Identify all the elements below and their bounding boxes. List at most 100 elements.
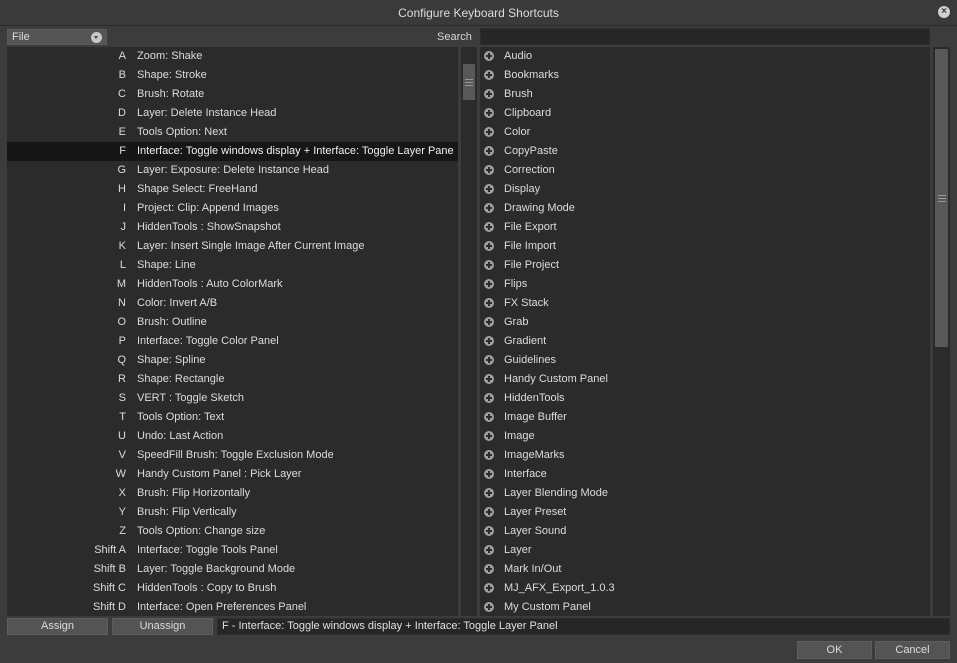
expand-plus-icon[interactable] xyxy=(484,317,494,327)
shortcut-row[interactable]: T Tools Option: Text xyxy=(7,408,458,427)
unassign-button[interactable]: Unassign xyxy=(112,618,213,635)
shortcut-row[interactable]: S VERT : Toggle Sketch xyxy=(7,389,458,408)
command-group-item[interactable]: Flips xyxy=(480,275,930,294)
shortcut-row[interactable]: Z Tools Option: Change size xyxy=(7,522,458,541)
shortcut-row[interactable]: Q Shape: Spline xyxy=(7,351,458,370)
expand-plus-icon[interactable] xyxy=(484,146,494,156)
scrollbar-thumb[interactable] xyxy=(935,49,948,347)
current-shortcut-field[interactable]: F - Interface: Toggle windows display + … xyxy=(217,618,950,635)
expand-plus-icon[interactable] xyxy=(484,450,494,460)
command-group-item[interactable]: MJ_AFX_Export_1.0.3 xyxy=(480,579,930,598)
expand-plus-icon[interactable] xyxy=(484,355,494,365)
expand-plus-icon[interactable] xyxy=(484,564,494,574)
shortcut-row[interactable]: C Brush: Rotate xyxy=(7,85,458,104)
shortcut-row[interactable]: N Color: Invert A/B xyxy=(7,294,458,313)
command-group-item[interactable]: Color xyxy=(480,123,930,142)
command-group-item[interactable]: Drawing Mode xyxy=(480,199,930,218)
shortcut-row[interactable]: Shift A Interface: Toggle Tools Panel xyxy=(7,541,458,560)
shortcut-row[interactable]: M HiddenTools : Auto ColorMark xyxy=(7,275,458,294)
command-group-item[interactable]: Layer Sound xyxy=(480,522,930,541)
shortcut-row[interactable]: I Project: Clip: Append Images xyxy=(7,199,458,218)
expand-plus-icon[interactable] xyxy=(484,241,494,251)
expand-plus-icon[interactable] xyxy=(484,89,494,99)
command-group-item[interactable]: File Import xyxy=(480,237,930,256)
shortcut-row[interactable]: B Shape: Stroke xyxy=(7,66,458,85)
shortcut-row[interactable]: Shift C HiddenTools : Copy to Brush xyxy=(7,579,458,598)
shortcut-row[interactable]: Y Brush: Flip Vertically xyxy=(7,503,458,522)
command-group-item[interactable]: Bookmarks xyxy=(480,66,930,85)
close-icon[interactable]: × xyxy=(938,6,950,18)
expand-plus-icon[interactable] xyxy=(484,127,494,137)
command-group-item[interactable]: FX Stack xyxy=(480,294,930,313)
expand-plus-icon[interactable] xyxy=(484,70,494,80)
command-group-item[interactable]: Brush xyxy=(480,85,930,104)
shortcut-row[interactable]: X Brush: Flip Horizontally xyxy=(7,484,458,503)
expand-plus-icon[interactable] xyxy=(484,279,494,289)
expand-plus-icon[interactable] xyxy=(484,393,494,403)
command-group-item[interactable]: Gradient xyxy=(480,332,930,351)
shortcut-row[interactable]: Shift D Interface: Open Preferences Panel xyxy=(7,598,458,616)
command-group-item[interactable]: Correction xyxy=(480,161,930,180)
expand-plus-icon[interactable] xyxy=(484,203,494,213)
shortcut-row[interactable]: V SpeedFill Brush: Toggle Exclusion Mode xyxy=(7,446,458,465)
command-group-item[interactable]: Layer xyxy=(480,541,930,560)
expand-plus-icon[interactable] xyxy=(484,336,494,346)
expand-plus-icon[interactable] xyxy=(484,108,494,118)
shortcut-row[interactable]: R Shape: Rectangle xyxy=(7,370,458,389)
expand-plus-icon[interactable] xyxy=(484,602,494,612)
shortcut-row[interactable]: F Interface: Toggle windows display + Int… xyxy=(7,142,458,161)
shortcut-row[interactable]: P Interface: Toggle Color Panel xyxy=(7,332,458,351)
group-list-scrollbar[interactable] xyxy=(933,47,950,616)
expand-plus-icon[interactable] xyxy=(484,51,494,61)
expand-plus-icon[interactable] xyxy=(484,222,494,232)
command-group-item[interactable]: HiddenTools xyxy=(480,389,930,408)
shortcut-row[interactable]: W Handy Custom Panel : Pick Layer xyxy=(7,465,458,484)
expand-plus-icon[interactable] xyxy=(484,507,494,517)
scrollbar-thumb[interactable] xyxy=(463,64,475,100)
assign-button[interactable]: Assign xyxy=(7,618,108,635)
shortcut-row[interactable]: L Shape: Line xyxy=(7,256,458,275)
shortcut-row[interactable]: E Tools Option: Next xyxy=(7,123,458,142)
command-group-item[interactable]: Clipboard xyxy=(480,104,930,123)
search-input[interactable] xyxy=(480,28,930,45)
expand-plus-icon[interactable] xyxy=(484,545,494,555)
shortcut-row[interactable]: K Layer: Insert Single Image After Curren… xyxy=(7,237,458,256)
expand-plus-icon[interactable] xyxy=(484,526,494,536)
command-group-item[interactable]: File Export xyxy=(480,218,930,237)
expand-plus-icon[interactable] xyxy=(484,260,494,270)
ok-button[interactable]: OK xyxy=(797,641,872,659)
expand-plus-icon[interactable] xyxy=(484,488,494,498)
expand-plus-icon[interactable] xyxy=(484,412,494,422)
command-group-item[interactable]: My Custom Panel xyxy=(480,598,930,616)
category-dropdown[interactable]: File xyxy=(7,29,107,45)
shortcut-row[interactable]: U Undo: Last Action xyxy=(7,427,458,446)
expand-plus-icon[interactable] xyxy=(484,374,494,384)
command-group-item[interactable]: Mark In/Out xyxy=(480,560,930,579)
command-group-item[interactable]: Audio xyxy=(480,47,930,66)
command-group-item[interactable]: Interface xyxy=(480,465,930,484)
shortcut-row[interactable]: G Layer: Exposure: Delete Instance Head xyxy=(7,161,458,180)
shortcut-list-scrollbar[interactable] xyxy=(461,47,477,616)
command-group-item[interactable]: Handy Custom Panel xyxy=(480,370,930,389)
command-group-item[interactable]: Grab xyxy=(480,313,930,332)
shortcut-row[interactable]: H Shape Select: FreeHand xyxy=(7,180,458,199)
command-group-item[interactable]: ImageMarks xyxy=(480,446,930,465)
expand-plus-icon[interactable] xyxy=(484,431,494,441)
command-group-item[interactable]: Layer Preset xyxy=(480,503,930,522)
command-group-item[interactable]: Image Buffer xyxy=(480,408,930,427)
expand-plus-icon[interactable] xyxy=(484,184,494,194)
command-group-item[interactable]: Display xyxy=(480,180,930,199)
shortcut-row[interactable]: A Zoom: Shake xyxy=(7,47,458,66)
expand-plus-icon[interactable] xyxy=(484,583,494,593)
expand-plus-icon[interactable] xyxy=(484,165,494,175)
cancel-button[interactable]: Cancel xyxy=(875,641,950,659)
shortcut-row[interactable]: J HiddenTools : ShowSnapshot xyxy=(7,218,458,237)
shortcut-row[interactable]: Shift B Layer: Toggle Background Mode xyxy=(7,560,458,579)
expand-plus-icon[interactable] xyxy=(484,469,494,479)
command-group-item[interactable]: File Project xyxy=(480,256,930,275)
shortcut-row[interactable]: O Brush: Outline xyxy=(7,313,458,332)
expand-plus-icon[interactable] xyxy=(484,298,494,308)
command-group-item[interactable]: Image xyxy=(480,427,930,446)
command-group-item[interactable]: Guidelines xyxy=(480,351,930,370)
command-group-item[interactable]: CopyPaste xyxy=(480,142,930,161)
